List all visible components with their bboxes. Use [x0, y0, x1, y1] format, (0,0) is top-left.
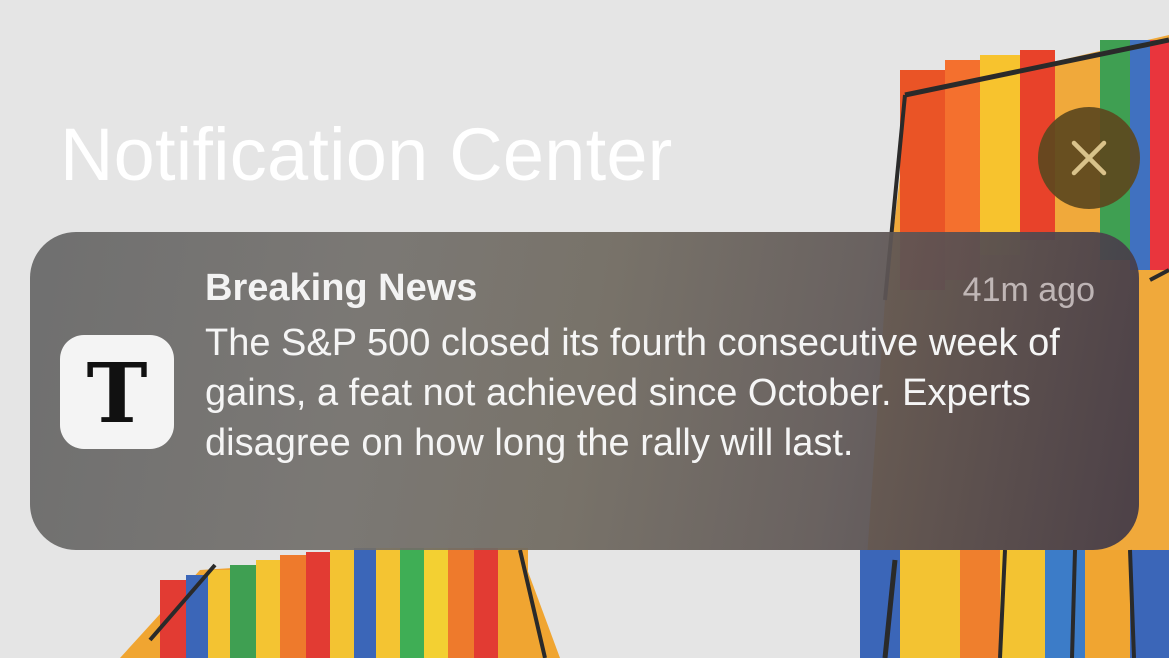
notification-card[interactable]: T Breaking News 41m ago The S&P 500 clos… — [30, 232, 1139, 550]
page-title: Notification Center — [60, 113, 673, 196]
close-button[interactable] — [1038, 107, 1140, 209]
close-icon — [1071, 140, 1107, 176]
notification-time: 41m ago — [962, 271, 1095, 309]
notification-body: The S&P 500 closed its fourth consecutiv… — [205, 322, 1060, 464]
notification-title: Breaking News — [205, 267, 478, 309]
nyt-logo-glyph: T — [86, 346, 148, 442]
nyt-logo-icon: T — [60, 335, 174, 449]
